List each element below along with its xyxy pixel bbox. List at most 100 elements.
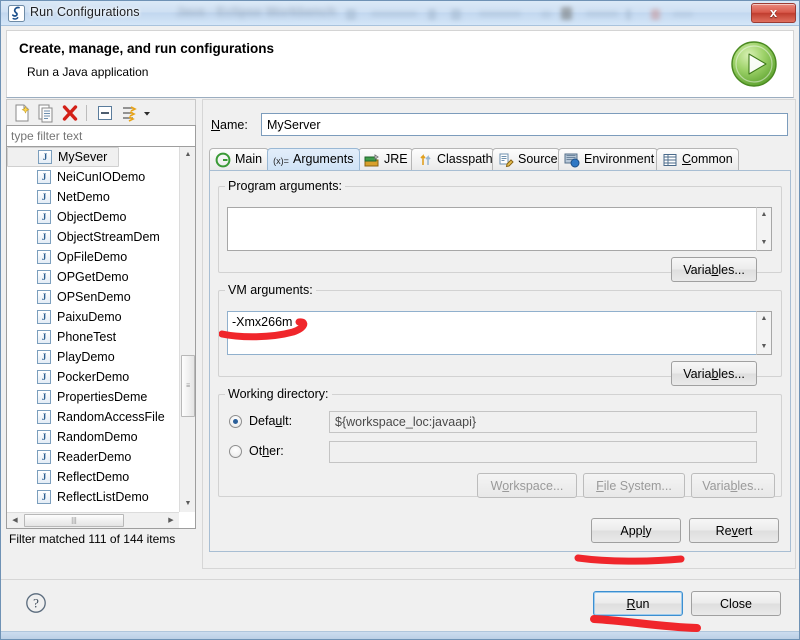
tree-item-objectstreamdem[interactable]: J ObjectStreamDem	[7, 227, 179, 247]
program-args-scroll-up[interactable]: ▲	[757, 208, 771, 222]
tab-arguments[interactable]: (x)= Arguments	[267, 148, 360, 170]
run-configurations-icon	[8, 5, 25, 22]
tab-classpath[interactable]: Classpath	[411, 148, 494, 170]
tree-item-pockerdemo[interactable]: J PockerDemo	[7, 367, 179, 387]
tab-bar: Main (x)= Arguments JRE Classpath Source Envir…	[209, 148, 791, 171]
vm-args-scroll-down[interactable]: ▼	[757, 340, 771, 354]
tree-item-randomdemo[interactable]: J RandomDemo	[7, 427, 179, 447]
tree-item-opsendemo[interactable]: J OPSenDemo	[7, 287, 179, 307]
window-bottom-edge	[1, 631, 799, 639]
vm-arguments-legend: VM arguments:	[228, 283, 313, 297]
new-configuration-button[interactable]	[12, 103, 32, 123]
program-args-scroll-down[interactable]: ▼	[757, 236, 771, 250]
toolbar-separator	[86, 105, 87, 121]
tree-item-label: ReaderDemo	[57, 450, 132, 464]
run-button[interactable]: Run	[593, 591, 683, 616]
svg-text:?: ?	[33, 596, 39, 611]
help-question-icon[interactable]: ?	[25, 592, 47, 614]
search-input[interactable]	[6, 125, 196, 147]
tree-item-randomaccessfile[interactable]: J RandomAccessFile	[7, 407, 179, 427]
background-ghost-icon-10	[651, 9, 660, 20]
background-ghost-icon-9	[626, 9, 631, 20]
close-button[interactable]: Close	[691, 591, 781, 616]
tree-item-propertiesdeme[interactable]: J PropertiesDeme	[7, 387, 179, 407]
working-directory-other-radio[interactable]	[229, 445, 242, 458]
main-green-circle-icon	[215, 152, 231, 168]
tree-item-phonetest[interactable]: J PhoneTest	[7, 327, 179, 347]
tree-item-mysever[interactable]: J MySever	[7, 147, 119, 167]
duplicate-configuration-button[interactable]	[36, 103, 56, 123]
background-ghost-icon-1	[346, 9, 356, 20]
name-input[interactable]	[261, 113, 788, 136]
file-system-button[interactable]: File System...	[583, 473, 685, 498]
window-close-button[interactable]: x	[751, 3, 796, 23]
java-class-icon: J	[37, 330, 51, 344]
working-directory-variables-button[interactable]: Variables...	[691, 473, 775, 498]
java-class-icon: J	[37, 250, 51, 264]
tree-vertical-scrollbar[interactable]: ▲ ≡ ▼	[179, 147, 195, 512]
collapse-all-button[interactable]	[95, 103, 115, 123]
vm-arguments-input[interactable]: -Xmx266m	[227, 311, 757, 355]
java-class-icon: J	[37, 490, 51, 504]
program-arguments-scrollbar[interactable]: ▲ ▼	[756, 207, 772, 251]
background-ghost-icon-6	[541, 11, 551, 18]
working-directory-other-value[interactable]	[329, 441, 757, 463]
vm-arguments-scrollbar[interactable]: ▲ ▼	[756, 311, 772, 355]
apply-button[interactable]: Apply	[591, 518, 681, 543]
working-directory-default-radio[interactable]	[229, 415, 242, 428]
scroll-down-arrow[interactable]: ▼	[180, 496, 195, 512]
vm-arguments-variables-button[interactable]: Variables...	[671, 361, 757, 386]
tree-item-netdemo[interactable]: J NetDemo	[7, 187, 179, 207]
tree-item-readerdemo[interactable]: J ReaderDemo	[7, 447, 179, 467]
vm-args-scroll-up[interactable]: ▲	[757, 312, 771, 326]
tab-common[interactable]: Common	[656, 148, 739, 170]
tree-item-objectdemo[interactable]: J ObjectDemo	[7, 207, 179, 227]
common-grid-icon	[662, 152, 678, 168]
tree-item-opfiledemo[interactable]: J OpFileDemo	[7, 247, 179, 267]
scroll-left-arrow[interactable]: ◀	[7, 513, 23, 528]
tree-item-reflectlistdemo[interactable]: J ReflectListDemo	[7, 487, 179, 507]
tree-horizontal-scrollbar[interactable]: ◀ ||| ▶	[7, 512, 179, 528]
program-arguments-input[interactable]	[227, 207, 757, 251]
tree-item-paixudemo[interactable]: J PaixuDemo	[7, 307, 179, 327]
working-directory-legend: Working directory:	[228, 387, 329, 401]
tree-item-label: NetDemo	[57, 190, 110, 204]
revert-button[interactable]: Revert	[689, 518, 779, 543]
scroll-up-arrow[interactable]: ▲	[180, 147, 195, 163]
page-title: Create, manage, and run configurations	[19, 41, 275, 56]
tree-item-neicuniodemo[interactable]: J NeiCunIODemo	[7, 167, 179, 187]
tab-label: Source	[518, 152, 558, 166]
horizontal-scrollbar-thumb[interactable]: |||	[24, 514, 124, 527]
scroll-right-arrow[interactable]: ▶	[163, 513, 179, 528]
tree-item-opgetdemo[interactable]: J OPGetDemo	[7, 267, 179, 287]
tree-item-playdemo[interactable]: J PlayDemo	[7, 347, 179, 367]
program-arguments-legend: Program arguments:	[228, 179, 342, 193]
vertical-scrollbar-thumb[interactable]: ≡	[181, 355, 195, 417]
tree-item-label: MySever	[58, 150, 108, 164]
tab-main[interactable]: Main	[209, 148, 269, 170]
configurations-tree[interactable]: J MySever J NeiCunIODemo J NetDemo J ObjectDemo…	[6, 147, 196, 529]
tab-source[interactable]: Source	[492, 148, 560, 170]
delete-red-x-icon[interactable]	[60, 103, 80, 123]
working-directory-other-label[interactable]: Other:	[249, 444, 284, 458]
tab-environment[interactable]: Environment	[558, 148, 658, 170]
tab-label: Classpath	[437, 152, 493, 166]
run-configurations-dialog: Java - Eclipse Workbench Run Configurati…	[0, 0, 800, 640]
tab-label: Common	[682, 152, 733, 166]
background-ghost-icon-5	[479, 11, 521, 17]
program-arguments-variables-button[interactable]: Variables...	[671, 257, 757, 282]
window-title: Run Configurations	[30, 5, 140, 19]
green-play-icon	[731, 41, 777, 87]
tree-item-reflectdemo[interactable]: J ReflectDemo	[7, 467, 179, 487]
workspace-button[interactable]: Workspace...	[477, 473, 577, 498]
working-directory-group: Working directory: Default: ${workspace_…	[218, 387, 782, 498]
tab-jre[interactable]: JRE	[358, 148, 413, 170]
tree-item-label: PlayDemo	[57, 350, 115, 364]
jre-books-icon	[364, 152, 380, 168]
filter-arrows-icon[interactable]	[119, 103, 139, 123]
chevron-down-icon[interactable]	[141, 103, 153, 123]
title-bar: Java - Eclipse Workbench Run Configurati…	[1, 1, 799, 26]
java-class-icon: J	[37, 370, 51, 384]
working-directory-default-label[interactable]: Default:	[249, 414, 292, 428]
source-pencil-icon	[498, 152, 514, 168]
